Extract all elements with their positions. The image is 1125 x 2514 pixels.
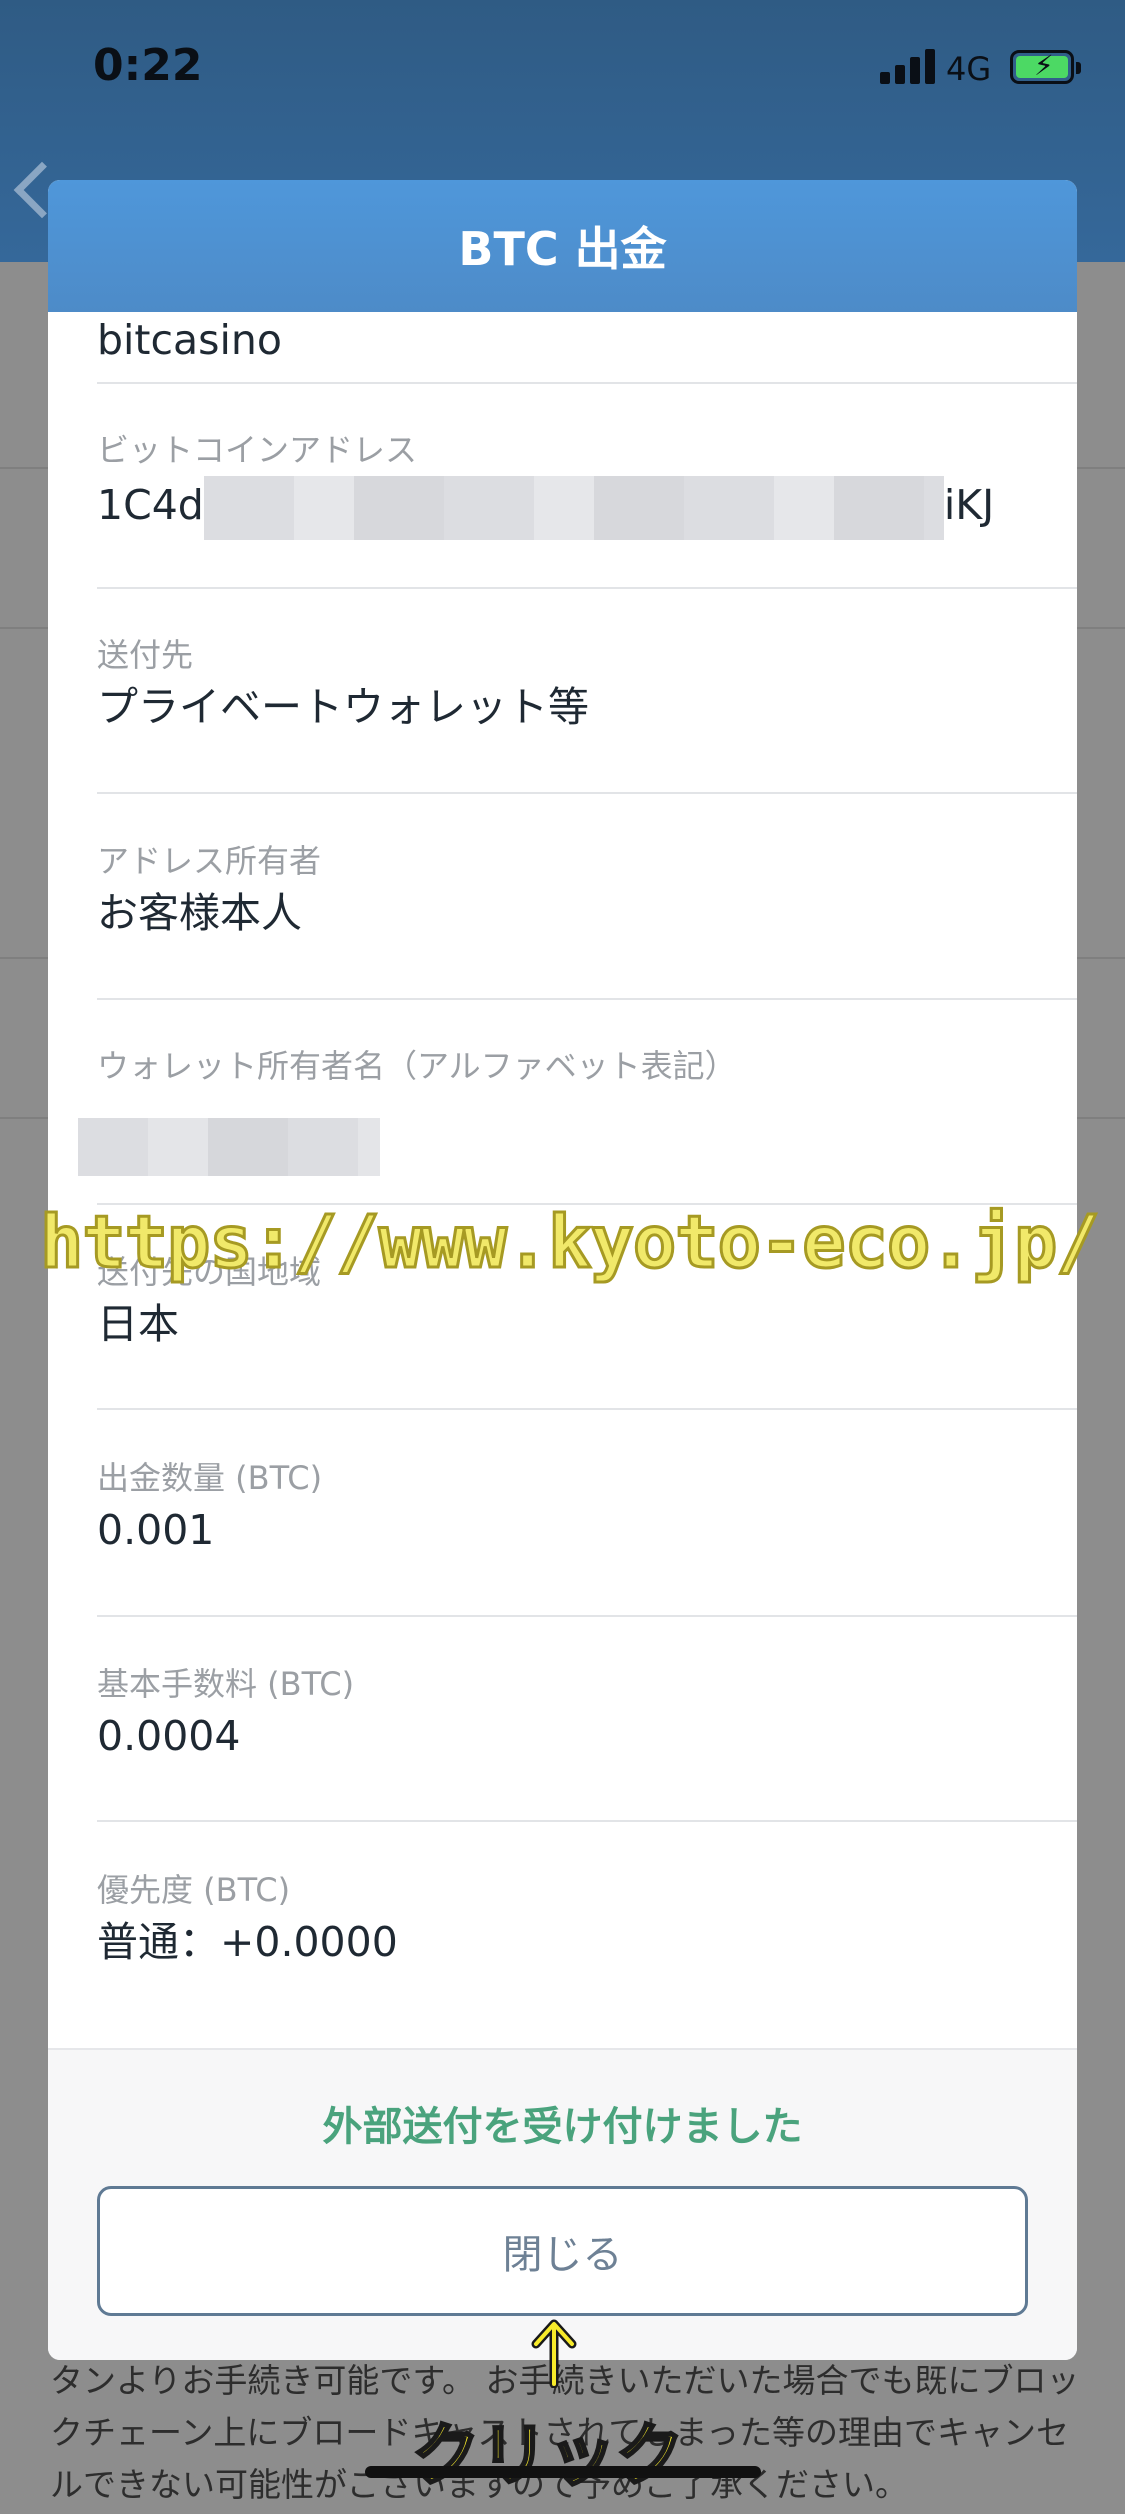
address-prefix: 1C4d — [97, 481, 204, 529]
field-address-owner: アドレス所有者 お客様本人 — [97, 841, 1077, 939]
field-value: bitcasino — [97, 316, 282, 364]
field-value: 0.0004 — [97, 1712, 241, 1760]
field-exchange-name: bitcasino — [97, 312, 1077, 366]
field-label: 優先度 (BTC) — [97, 1871, 291, 1909]
divider — [97, 587, 1077, 589]
divider — [97, 1408, 1077, 1410]
watermark-url: https://www.kyoto-eco.jp/ — [39, 1199, 1102, 1286]
field-label: 送付先 — [97, 636, 194, 674]
field-label: 出金数量 (BTC) — [97, 1459, 323, 1497]
field-priority: 優先度 (BTC) 普通：+0.0000 — [97, 1870, 1077, 1968]
signal-bars-icon — [880, 48, 936, 84]
close-button[interactable]: 閉じる — [97, 2186, 1028, 2316]
modal-body[interactable]: bitcasino ビットコインアドレス 1C4d iKJ 送付先 プライベートウ… — [48, 312, 1077, 2048]
modal-title: BTC 出金 — [458, 222, 667, 276]
field-value: 0.001 — [97, 1506, 215, 1554]
status-time: 0:22 — [93, 40, 203, 91]
click-annotation: クリック — [410, 2416, 685, 2498]
field-wallet-owner-name: ウォレット所有者名（アルファベット表記） — [97, 1046, 1077, 1086]
redacted-block — [203, 476, 944, 540]
field-value: 1C4d iKJ — [97, 476, 1077, 540]
divider — [97, 1820, 1077, 1822]
up-arrow-icon — [531, 2319, 577, 2388]
battery-charging-icon: ⚡ — [1010, 50, 1081, 84]
redacted-block — [78, 1118, 380, 1176]
divider — [97, 382, 1077, 384]
home-indicator — [365, 2466, 761, 2478]
field-value: 普通：+0.0000 — [97, 1918, 398, 1966]
field-value: 日本 — [97, 1300, 179, 1348]
field-value: お客様本人 — [97, 889, 302, 937]
divider — [97, 998, 1077, 1000]
field-label: ビットコインアドレス — [97, 431, 418, 469]
status-message: 外部送付を受け付けました — [322, 2104, 803, 2150]
field-withdraw-amount: 出金数量 (BTC) 0.001 — [97, 1458, 1077, 1556]
divider — [97, 792, 1077, 794]
field-label: ウォレット所有者名（アルファベット表記） — [97, 1047, 737, 1085]
field-value: プライベートウォレット等 — [97, 683, 589, 731]
divider — [97, 1615, 1077, 1617]
field-label: 基本手数料 (BTC) — [97, 1665, 355, 1703]
modal-header: BTC 出金 — [48, 180, 1077, 312]
field-base-fee: 基本手数料 (BTC) 0.0004 — [97, 1664, 1077, 1762]
field-label: アドレス所有者 — [97, 842, 322, 880]
field-destination: 送付先 プライベートウォレット等 — [97, 635, 1077, 733]
field-bitcoin-address: ビットコインアドレス 1C4d iKJ — [97, 430, 1077, 540]
modal-footer: 外部送付を受け付けました 閉じる — [48, 2048, 1077, 2360]
address-suffix: iKJ — [943, 481, 995, 529]
network-type: 4G — [946, 50, 992, 88]
